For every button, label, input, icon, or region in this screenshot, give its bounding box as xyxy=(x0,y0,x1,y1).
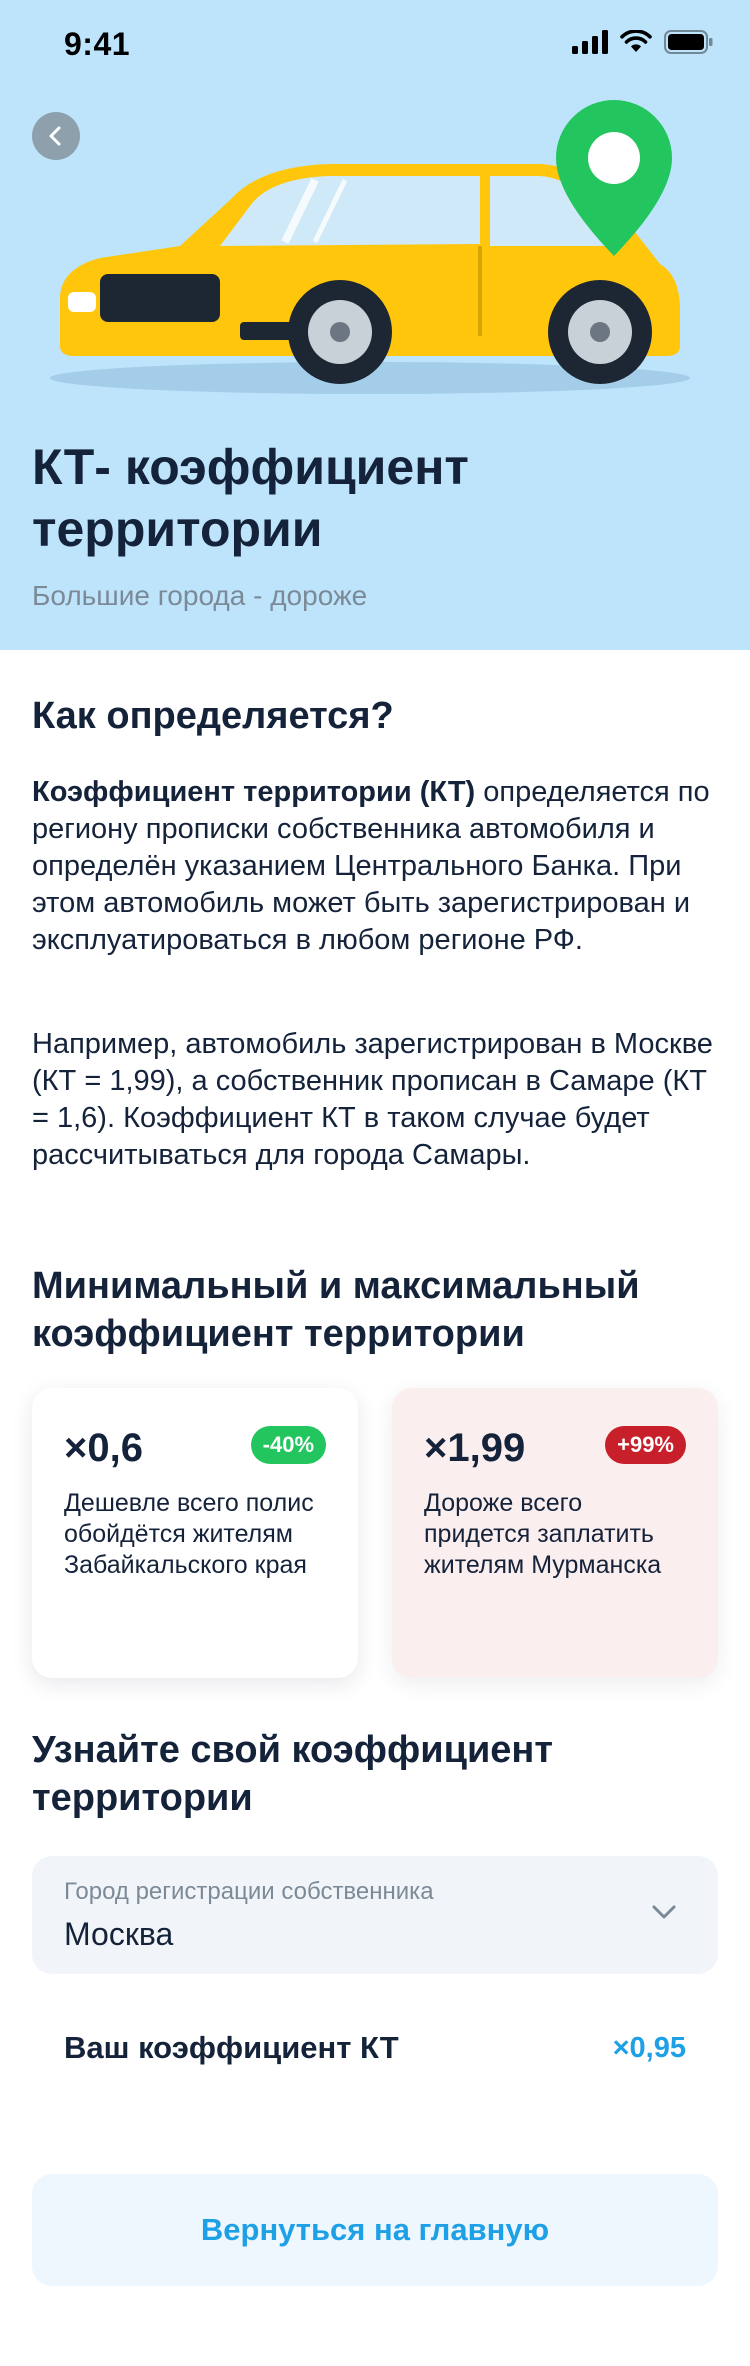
coefficient-cards: ×0,6 -40% Дешевле всего полис обойдётся … xyxy=(32,1388,718,1678)
city-select[interactable]: Город регистрации собственника Москва xyxy=(32,1856,718,1974)
min-coefficient-badge: -40% xyxy=(250,1426,326,1464)
signal-icon xyxy=(572,30,608,54)
range-heading: Минимальный и максимальный коэффициент т… xyxy=(32,1265,640,1355)
hero-section: 9:41 КТ- коэффициент территории Большие … xyxy=(0,0,750,650)
how-heading: Как определяется? xyxy=(32,695,394,737)
max-coefficient-badge: +99% xyxy=(605,1426,686,1464)
calc-heading: Узнайте свой коэффициент территории xyxy=(32,1729,553,1819)
status-bar: 9:41 xyxy=(0,0,750,90)
page-title: КТ- коэффициент территории xyxy=(32,439,469,557)
city-select-label: Город регистрации собственника xyxy=(64,1878,434,1905)
max-coefficient-value: ×1,99 xyxy=(424,1426,526,1470)
back-button[interactable] xyxy=(32,112,80,160)
battery-icon xyxy=(664,30,713,54)
max-coefficient-card: ×1,99 +99% Дороже всего придется заплати… xyxy=(392,1388,718,1678)
min-coefficient-value: ×0,6 xyxy=(64,1426,143,1470)
how-paragraph-1: Коэффициент территории (КТ) определяется… xyxy=(32,774,718,959)
result-label: Ваш коэффициент КТ xyxy=(64,2030,399,2065)
chevron-down-icon xyxy=(652,1905,676,1919)
max-coefficient-desc: Дороже всего придется заплатить жителям … xyxy=(424,1489,662,1579)
min-coefficient-card: ×0,6 -40% Дешевле всего полис обойдётся … xyxy=(32,1388,358,1678)
wifi-icon xyxy=(620,30,652,52)
city-select-value: Москва xyxy=(64,1916,174,1952)
page-subtitle: Большие города - дороже xyxy=(32,580,368,611)
how-paragraph-1-bold: Коэффициент территории (КТ) xyxy=(32,776,476,808)
back-home-button[interactable]: Вернуться на главную xyxy=(32,2174,718,2286)
result-value: ×0,95 xyxy=(612,2032,686,2064)
chevron-left-icon xyxy=(49,126,61,146)
how-paragraph-2: Например, автомобиль зарегистрирован в М… xyxy=(32,1028,713,1171)
status-time: 9:41 xyxy=(64,26,131,62)
status-icons xyxy=(572,30,714,54)
min-coefficient-desc: Дешевле всего полис обойдётся жителям За… xyxy=(64,1489,314,1579)
car-illustration xyxy=(50,100,690,394)
